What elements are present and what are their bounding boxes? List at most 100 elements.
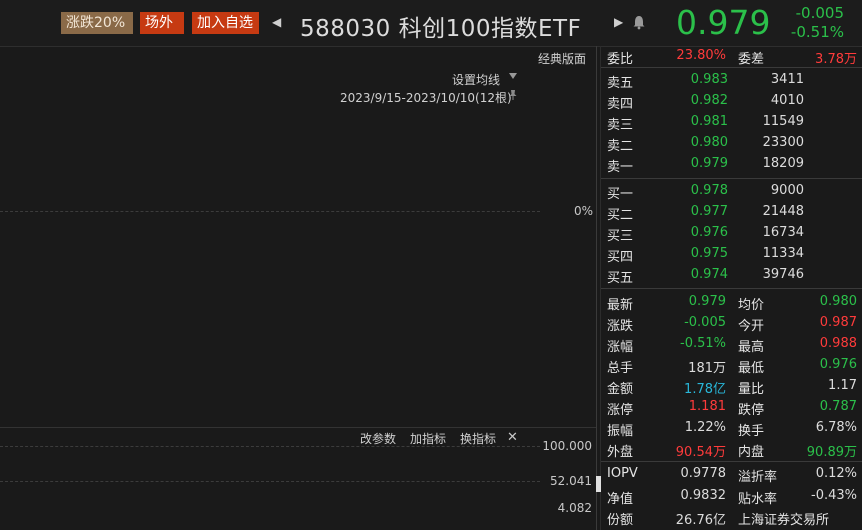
stat-value: -0.005 <box>684 315 726 330</box>
ask-label: 卖二 <box>607 139 634 154</box>
stat-label: 最低 <box>738 361 765 376</box>
set-ma-button[interactable]: 设置均线 <box>452 71 500 88</box>
date-range-label: 2023/9/15-2023/10/10(12根) <box>340 91 512 105</box>
bid-price[interactable]: 0.974 <box>660 267 728 282</box>
fund-value: 0.9778 <box>680 466 727 481</box>
stat-value: 0.980 <box>819 294 857 309</box>
bid-price[interactable]: 0.976 <box>660 225 728 240</box>
stat-label: 总手 <box>607 361 634 376</box>
bid-price[interactable]: 0.975 <box>660 246 728 261</box>
fund-label: 净值 <box>607 492 634 507</box>
add-indicator-button[interactable]: 加指标 <box>410 430 446 447</box>
ask-label: 卖四 <box>607 97 634 112</box>
ask-label: 卖三 <box>607 118 634 133</box>
bid-label: 买四 <box>607 250 634 265</box>
fund-label: 贴水率 <box>738 492 778 507</box>
close-icon[interactable]: ✕ <box>507 430 518 445</box>
price-change: -0.005 -0.51% <box>784 4 844 42</box>
ask-volume: 11549 <box>762 114 804 129</box>
ask-volume: 4010 <box>770 93 804 108</box>
ask-price[interactable]: 0.981 <box>660 114 728 129</box>
stat-value: 1.22% <box>684 420 726 435</box>
pin-icon[interactable] <box>508 89 518 101</box>
bid-price[interactable]: 0.977 <box>660 204 728 219</box>
stat-value: 90.54万 <box>675 445 726 460</box>
fund-label: 份额 <box>607 513 634 528</box>
stat-label: 涨幅 <box>607 340 634 355</box>
sub-axis-mid: 52.041 <box>550 474 592 488</box>
divider <box>601 67 862 68</box>
ask-price[interactable]: 0.980 <box>660 135 728 150</box>
stat-value: 181万 <box>688 361 726 376</box>
prev-stock-icon[interactable]: ◀ <box>272 15 281 29</box>
fund-value: 26.76亿 <box>675 513 726 528</box>
stat-value: 1.181 <box>688 399 726 414</box>
stat-value: 6.78% <box>815 420 857 435</box>
next-stock-icon[interactable]: ▶ <box>614 15 623 29</box>
stat-label: 金额 <box>607 382 634 397</box>
ratio-label: 委比 <box>607 52 634 67</box>
chevron-down-icon[interactable] <box>509 73 517 79</box>
last-price: 0.979 <box>676 3 771 42</box>
bid-label: 买三 <box>607 229 634 244</box>
stat-label: 涨停 <box>607 403 634 418</box>
ask-label: 卖五 <box>607 76 634 91</box>
sub-axis-top: 100.000 <box>542 439 592 453</box>
fund-value: 0.12% <box>815 466 857 481</box>
diff-value: 3.78万 <box>815 52 857 67</box>
stat-label: 今开 <box>738 319 765 334</box>
zero-gridline <box>0 211 540 212</box>
stat-label: 最高 <box>738 340 765 355</box>
stat-label: 最新 <box>607 298 634 313</box>
stat-value: 1.78亿 <box>684 382 726 397</box>
chart-area[interactable] <box>0 46 596 530</box>
ask-volume: 3411 <box>770 72 804 87</box>
divider <box>601 178 862 179</box>
stat-value: 1.17 <box>828 378 857 393</box>
exchange-tag[interactable]: 场外 <box>140 12 184 34</box>
bid-volume: 16734 <box>762 225 804 240</box>
fund-value: 0.9832 <box>680 488 727 503</box>
bid-volume: 11334 <box>762 246 804 261</box>
stat-value: 90.89万 <box>806 445 857 460</box>
fund-label: IOPV <box>607 466 638 481</box>
ratio-value: 23.80% <box>676 48 726 63</box>
zero-percent-label: 0% <box>574 204 594 218</box>
stat-label: 换手 <box>738 424 765 439</box>
stat-value: 0.988 <box>819 336 857 351</box>
stat-label: 跌停 <box>738 403 765 418</box>
switch-indicator-button[interactable]: 换指标 <box>460 430 496 447</box>
bell-icon[interactable] <box>632 14 646 30</box>
classic-layout-button[interactable]: 经典版面 <box>538 50 586 67</box>
ask-price[interactable]: 0.983 <box>660 72 728 87</box>
fund-value: -0.43% <box>811 488 857 503</box>
bid-label: 买二 <box>607 208 634 223</box>
limit-tag: 涨跌20% <box>61 12 133 34</box>
ask-price[interactable]: 0.979 <box>660 156 728 171</box>
stat-label: 涨跌 <box>607 319 634 334</box>
panel-divider <box>596 46 597 530</box>
ask-label: 卖一 <box>607 160 634 175</box>
stat-label: 外盘 <box>607 445 634 460</box>
bid-label: 买一 <box>607 187 634 202</box>
bid-volume: 21448 <box>762 204 804 219</box>
change-params-button[interactable]: 改参数 <box>360 430 396 447</box>
ask-price[interactable]: 0.982 <box>660 93 728 108</box>
bid-label: 买五 <box>607 271 634 286</box>
stat-value: 0.976 <box>819 357 857 372</box>
divider <box>601 288 862 289</box>
stat-value: 0.787 <box>819 399 857 414</box>
ask-volume: 23300 <box>762 135 804 150</box>
add-favorite-button[interactable]: 加入自选 <box>192 12 259 34</box>
bid-price[interactable]: 0.978 <box>660 183 728 198</box>
sub-chart-separator <box>0 427 596 428</box>
stat-label: 均价 <box>738 298 765 313</box>
change-percent: -0.51% <box>790 23 844 41</box>
stat-label: 内盘 <box>738 445 765 460</box>
stat-value: 0.979 <box>688 294 726 309</box>
diff-label: 委差 <box>738 52 765 67</box>
bid-volume: 9000 <box>770 183 804 198</box>
sub-axis-bottom: 4.082 <box>557 501 592 515</box>
bid-volume: 39746 <box>762 267 804 282</box>
divider <box>601 461 862 462</box>
